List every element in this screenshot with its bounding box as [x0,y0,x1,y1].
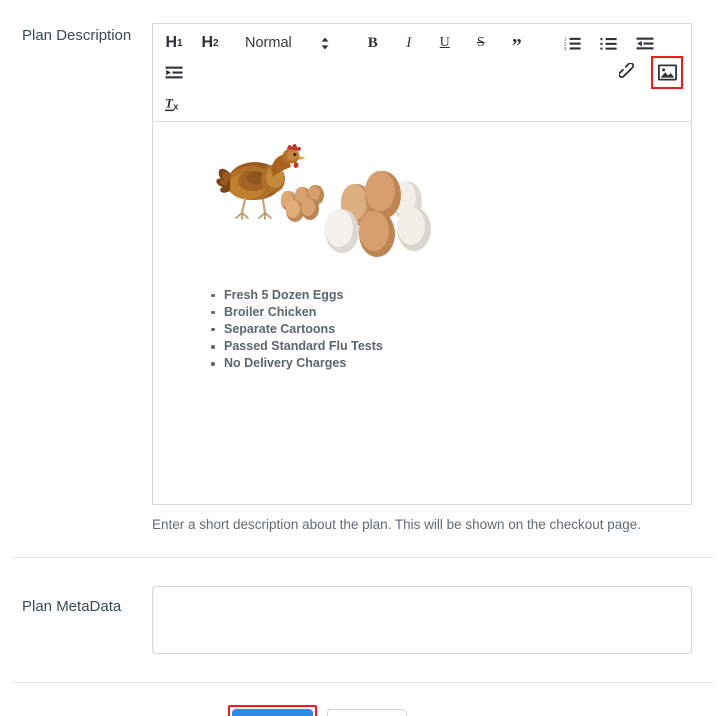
underline-button[interactable]: U [432,30,458,56]
chevron-updown-icon [320,36,330,51]
bullet-list-icon [600,36,617,51]
cancel-button[interactable]: Cancel [326,708,408,716]
image-icon [657,64,677,81]
blockquote-label: ” [511,35,522,57]
list-item: Fresh 5 Dozen Eggs [209,287,675,304]
bold-label: B [367,34,378,51]
format-dropdown[interactable]: Normal [245,30,330,56]
bullet-list-button[interactable] [596,30,622,56]
indent-icon [165,65,183,80]
editor-content-area[interactable]: Fresh 5 Dozen Eggs Broiler Chicken Separ… [153,121,691,504]
heading-1-label: H [165,34,177,51]
link-button[interactable] [615,59,641,85]
image-button[interactable] [654,59,680,85]
italic-label: I [406,34,412,51]
strikethrough-label: S [476,35,485,50]
plan-form-page: Plan Description H1 H2 Normal B I U S ” … [0,0,726,716]
list-item: Separate Cartoons [209,321,675,338]
italic-button[interactable]: I [396,30,422,56]
plan-metadata-input[interactable] [152,585,692,654]
image-button-highlight [651,56,683,89]
clear-formatting-button[interactable]: T x [161,91,187,117]
indent-button[interactable] [161,59,187,85]
heading-1-button[interactable]: H1 [161,30,187,56]
egg-cluster-graphic [325,170,431,257]
editor-toolbar: H1 H2 Normal B I U S ” 1 2 3 T x [153,24,691,122]
list-item: Broiler Chicken [209,304,675,321]
plan-description-row: Plan Description H1 H2 Normal B I U S ” … [0,0,726,534]
plan-description-label: Plan Description [22,27,132,44]
ordered-list-button[interactable]: 1 2 3 [560,30,586,56]
format-dropdown-value: Normal [245,35,292,51]
heading-2-button[interactable]: H2 [197,30,223,56]
heading-2-sub: 2 [213,37,219,49]
submit-button-highlight: Submit [228,704,317,716]
plan-metadata-label: Plan MetaData [22,597,122,615]
heading-1-sub: 1 [177,37,183,49]
plan-description-help-text: Enter a short description about the plan… [152,516,642,532]
form-actions: Submit Cancel [0,683,726,716]
list-item: Passed Standard Flu Tests [209,338,675,355]
strikethrough-button[interactable]: S [468,30,494,56]
ordered-list-icon: 1 2 3 [564,36,581,51]
feature-bullet-list: Fresh 5 Dozen Eggs Broiler Chicken Separ… [209,287,675,373]
underline-label: U [439,35,450,50]
outdent-button[interactable] [632,30,658,56]
blockquote-button[interactable]: ” [504,30,530,56]
editor-toolbar-row-2: T x [161,89,683,117]
list-item: No Delivery Charges [209,355,675,372]
clear-formatting-icon: T x [164,95,184,113]
heading-2-label: H [201,34,213,51]
plan-metadata-row: Plan MetaData [0,558,726,682]
rich-text-editor: H1 H2 Normal B I U S ” 1 2 3 T x Fresh 5… [152,23,692,505]
submit-button[interactable]: Submit [232,708,313,716]
editor-image[interactable] [211,139,441,257]
bold-button[interactable]: B [360,30,386,56]
link-icon [619,63,637,81]
plan-description-editor-column: H1 H2 Normal B I U S ” 1 2 3 T x Fresh 5… [152,23,692,534]
svg-text:3: 3 [564,46,567,51]
outdent-icon [636,36,654,51]
egg-pile-graphic [281,184,324,222]
